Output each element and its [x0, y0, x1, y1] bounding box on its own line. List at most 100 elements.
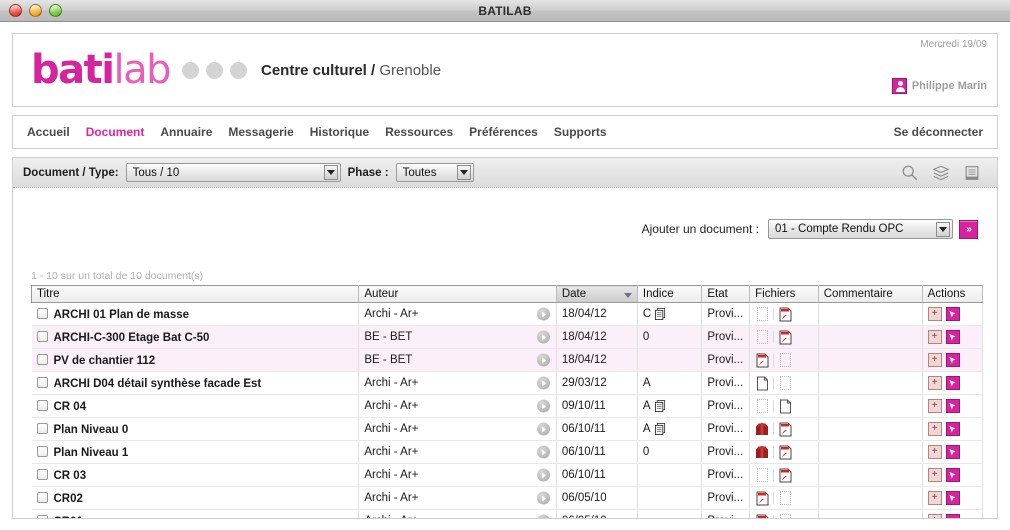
author-detail-arrow-icon[interactable]	[536, 330, 550, 344]
action-add-button[interactable]: +	[927, 376, 942, 390]
pdf-file-icon[interactable]	[779, 307, 792, 322]
print-icon[interactable]	[963, 164, 981, 182]
author-detail-arrow-icon[interactable]	[536, 468, 550, 482]
action-add-button[interactable]: +	[927, 330, 942, 344]
column-header-titre[interactable]: Titre	[30, 285, 360, 303]
file-slot-left[interactable]	[755, 490, 769, 506]
column-header-auteur[interactable]: Auteur	[358, 285, 557, 303]
search-icon[interactable]	[901, 164, 919, 182]
nav-item-annuaire[interactable]: Annuaire	[160, 125, 212, 139]
batilab-logo[interactable]: batilab	[31, 50, 171, 90]
table-row[interactable]: CR 03 Archi - Ar+ 06/10/11 Provi... +	[31, 463, 984, 487]
file-slot-right[interactable]	[778, 329, 792, 345]
table-row[interactable]: Plan Niveau 1 Archi - Ar+ 06/10/11 0 Provi..…	[31, 440, 984, 464]
action-add-button[interactable]: +	[927, 399, 942, 413]
file-slot-right[interactable]	[778, 490, 792, 506]
row-checkbox[interactable]	[36, 376, 48, 388]
file-slot-left[interactable]	[755, 513, 769, 518]
nav-item-document[interactable]: Document	[86, 125, 145, 139]
file-slot-right[interactable]	[778, 467, 792, 483]
action-edit-button[interactable]	[945, 491, 960, 505]
table-row[interactable]: ARCHI D04 détail synthèse facade Est Arch…	[31, 371, 984, 395]
file-slot-left[interactable]	[755, 398, 769, 414]
document-file-icon[interactable]	[756, 376, 769, 391]
add-document-select[interactable]: 01 - Compte Rendu OPC	[768, 219, 953, 239]
user-area[interactable]: Philippe Marin	[891, 78, 987, 94]
action-edit-button[interactable]	[945, 399, 960, 413]
file-slot-left[interactable]	[755, 444, 769, 460]
table-row[interactable]: CR02 Archi - Ar+ 06/05/10 Provi... +	[31, 486, 984, 510]
action-add-button[interactable]: +	[927, 491, 942, 505]
pdf-file-icon[interactable]	[756, 491, 769, 506]
row-checkbox[interactable]	[36, 422, 48, 434]
pdf-file-icon[interactable]	[779, 422, 792, 437]
pdf-file-icon[interactable]	[756, 353, 769, 368]
row-checkbox[interactable]	[36, 399, 48, 411]
archive-box-icon[interactable]	[755, 422, 769, 436]
nav-item-preferences[interactable]: Préférences	[469, 125, 538, 139]
action-add-button[interactable]: +	[927, 445, 942, 459]
column-header-actions[interactable]: Actions	[921, 285, 984, 303]
action-edit-button[interactable]	[945, 376, 960, 390]
nav-item-messagerie[interactable]: Messagerie	[228, 125, 293, 139]
author-detail-arrow-icon[interactable]	[536, 376, 550, 390]
action-edit-button[interactable]	[945, 422, 960, 436]
action-add-button[interactable]: +	[927, 514, 942, 518]
action-edit-button[interactable]	[945, 468, 960, 482]
pdf-file-icon[interactable]	[779, 330, 792, 345]
author-detail-arrow-icon[interactable]	[536, 353, 550, 367]
nav-item-supports[interactable]: Supports	[554, 125, 607, 139]
table-row[interactable]: PV de chantier 112 BE - BET 18/04/12 Provi.…	[31, 348, 984, 372]
table-row[interactable]: ARCHI 01 Plan de masse Archi - Ar+ 18/04/1…	[31, 302, 984, 326]
action-add-button[interactable]: +	[927, 468, 942, 482]
column-header-commentaire[interactable]: Commentaire	[817, 285, 923, 303]
row-checkbox[interactable]	[36, 491, 48, 503]
pdf-file-icon[interactable]	[756, 514, 769, 519]
author-detail-arrow-icon[interactable]	[536, 491, 550, 505]
author-detail-arrow-icon[interactable]	[536, 422, 550, 436]
action-edit-button[interactable]	[945, 330, 960, 344]
author-detail-arrow-icon[interactable]	[536, 307, 550, 321]
table-row[interactable]: Plan Niveau 0 Archi - Ar+ 06/10/11 A Provi..…	[31, 417, 984, 441]
document-type-select[interactable]: Tous / 10	[125, 163, 341, 182]
column-header-date[interactable]: Date	[555, 285, 638, 303]
author-detail-arrow-icon[interactable]	[536, 399, 550, 413]
row-checkbox[interactable]	[36, 445, 48, 457]
file-slot-left[interactable]	[755, 421, 769, 437]
column-header-indice[interactable]: Indice	[636, 285, 703, 303]
action-add-button[interactable]: +	[927, 307, 942, 321]
nav-item-historique[interactable]: Historique	[310, 125, 369, 139]
row-checkbox[interactable]	[36, 353, 48, 365]
file-slot-left[interactable]	[755, 306, 769, 322]
action-add-button[interactable]: +	[927, 353, 942, 367]
action-edit-button[interactable]	[945, 445, 960, 459]
row-checkbox[interactable]	[36, 468, 48, 480]
file-slot-right[interactable]	[778, 444, 792, 460]
file-slot-left[interactable]	[755, 375, 769, 391]
file-slot-right[interactable]	[778, 421, 792, 437]
table-row[interactable]: CR 04 Archi - Ar+ 09/10/11 A Provi... +	[31, 394, 984, 418]
table-row[interactable]: ARCHI-C-300 Etage Bat C-50 BE - BET 18/04/…	[31, 325, 984, 349]
row-checkbox[interactable]	[36, 514, 48, 518]
action-edit-button[interactable]	[945, 353, 960, 367]
file-slot-right[interactable]	[778, 352, 792, 368]
action-edit-button[interactable]	[945, 514, 960, 518]
row-checkbox[interactable]	[36, 307, 48, 319]
file-slot-left[interactable]	[755, 329, 769, 345]
file-slot-left[interactable]	[755, 352, 769, 368]
author-detail-arrow-icon[interactable]	[536, 514, 550, 518]
nav-item-accueil[interactable]: Accueil	[27, 125, 70, 139]
row-checkbox[interactable]	[36, 330, 48, 342]
pdf-file-icon[interactable]	[779, 445, 792, 460]
column-header-etat[interactable]: Etat	[701, 285, 751, 303]
table-row[interactable]: CR01 Archi - Ar+06/05/10 Provi... +	[31, 509, 984, 518]
document-file-icon[interactable]	[779, 399, 792, 414]
column-header-fichiers[interactable]: Fichiers	[749, 285, 819, 303]
file-slot-right[interactable]	[778, 398, 792, 414]
pdf-file-icon[interactable]	[779, 468, 792, 483]
author-detail-arrow-icon[interactable]	[536, 445, 550, 459]
file-slot-left[interactable]	[755, 467, 769, 483]
file-slot-right[interactable]	[778, 375, 792, 391]
nav-item-ressources[interactable]: Ressources	[385, 125, 453, 139]
add-document-go-button[interactable]: »	[959, 219, 978, 239]
